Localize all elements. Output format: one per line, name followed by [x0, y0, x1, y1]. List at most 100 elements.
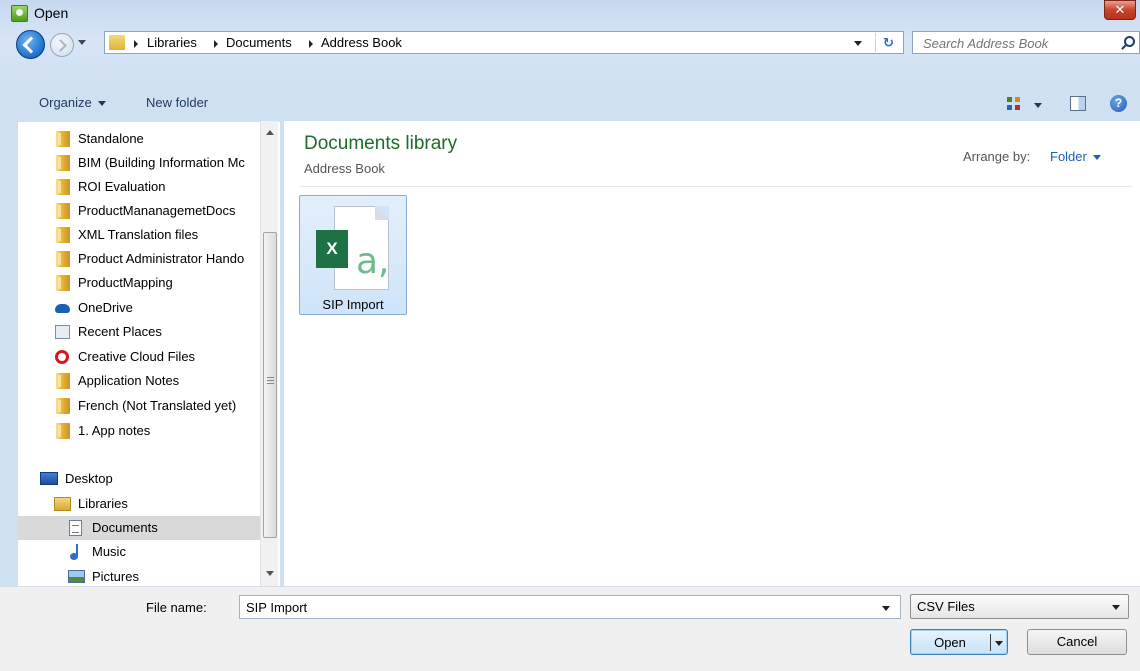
divider — [300, 186, 1132, 187]
preview-pane-icon[interactable] — [1070, 96, 1086, 111]
grip-icon — [267, 377, 274, 384]
excel-badge: X — [316, 230, 348, 268]
creative-cloud-icon — [55, 350, 69, 364]
nav-item-label: Product Administrator Hando — [78, 251, 245, 266]
chevron-down-icon — [97, 101, 106, 107]
address-bar[interactable]: Libraries Documents Address Book ↻ — [104, 31, 904, 54]
onedrive-icon — [55, 304, 70, 313]
breadcrumb-arrow-icon[interactable] — [214, 40, 218, 48]
recent-places-icon — [55, 325, 70, 339]
folder-icon — [56, 155, 70, 171]
folder-icon — [56, 275, 70, 291]
folder-icon — [109, 35, 125, 50]
title-bar: Open ✕ — [0, 0, 1140, 28]
file-name-input[interactable] — [244, 597, 864, 617]
nav-item-label: 1. App notes — [78, 423, 151, 438]
file-glyph: a, — [356, 241, 390, 282]
nav-item-app-notes[interactable]: 1. App notes — [18, 419, 260, 443]
nav-item-libraries[interactable]: Libraries — [18, 492, 260, 516]
search-box[interactable] — [912, 31, 1140, 54]
nav-item-standalone[interactable]: Standalone — [18, 127, 260, 151]
recent-locations-dropdown-icon[interactable] — [78, 40, 86, 45]
close-button[interactable]: ✕ — [1104, 0, 1136, 20]
nav-item-pictures[interactable]: Pictures — [18, 565, 260, 586]
app-icon — [11, 5, 28, 22]
command-bar: Organize New folder ? — [0, 89, 1140, 119]
nav-scrollbar[interactable] — [260, 121, 278, 586]
nav-item-label: ProductMapping — [78, 275, 173, 290]
music-icon — [69, 544, 83, 560]
new-folder-button[interactable]: New folder — [146, 95, 208, 110]
nav-item-label: Application Notes — [78, 373, 180, 388]
library-subtitle: Address Book — [304, 161, 385, 176]
nav-item-label: ProductMananagemetDocs — [78, 203, 236, 218]
nav-item-application-notes[interactable]: Application Notes — [18, 369, 260, 393]
open-options-dropdown-icon[interactable] — [995, 641, 1003, 646]
document-icon — [69, 520, 82, 536]
folder-icon — [56, 251, 70, 267]
nav-item-product-administrator[interactable]: Product Administrator Hando — [18, 247, 260, 271]
libraries-icon — [54, 497, 71, 511]
address-row: Libraries Documents Address Book ↻ — [0, 28, 1140, 80]
scroll-up-icon[interactable] — [266, 130, 274, 135]
chevron-down-icon — [1092, 155, 1101, 161]
nav-item-label: Documents — [92, 520, 158, 535]
library-title: Documents library — [304, 133, 458, 154]
folder-icon — [56, 227, 70, 243]
file-type-select[interactable]: CSV Files — [910, 594, 1129, 619]
nav-item-productmanagementdocs[interactable]: ProductMananagemetDocs — [18, 199, 260, 223]
breadcrumb-arrow-icon[interactable] — [134, 40, 138, 48]
folder-icon — [56, 373, 70, 389]
breadcrumb-documents[interactable]: Documents — [226, 35, 292, 50]
change-view-icon[interactable] — [1006, 96, 1022, 112]
navigation-pane: Standalone BIM (Building Information Mc … — [18, 121, 280, 586]
nav-item-music[interactable]: Music — [18, 540, 260, 564]
folder-icon — [56, 179, 70, 195]
file-item[interactable]: X a, SIP Import — [299, 195, 407, 315]
nav-item-recent-places[interactable]: Recent Places — [18, 320, 260, 344]
nav-item-creative-cloud-files[interactable]: Creative Cloud Files — [18, 345, 260, 369]
nav-item-onedrive[interactable]: OneDrive — [18, 296, 260, 320]
refresh-button[interactable]: ↻ — [875, 33, 901, 52]
nav-item-french[interactable]: French (Not Translated yet) — [18, 394, 260, 418]
arrange-by-dropdown[interactable]: Folder — [1050, 149, 1101, 164]
nav-item-xml-translation-files[interactable]: XML Translation files — [18, 223, 260, 247]
nav-item-roi-evaluation[interactable]: ROI Evaluation — [18, 175, 260, 199]
arrange-by-label: Arrange by: — [963, 149, 1031, 164]
window-title: Open — [34, 5, 69, 21]
organize-button[interactable]: Organize — [39, 95, 106, 110]
address-dropdown-icon[interactable] — [854, 41, 862, 46]
nav-item-productmapping[interactable]: ProductMapping — [18, 271, 260, 295]
folder-icon — [56, 423, 70, 439]
nav-item-label: Recent Places — [78, 324, 162, 339]
view-options-dropdown-icon[interactable] — [1034, 103, 1042, 108]
nav-item-bim[interactable]: BIM (Building Information Mc — [18, 151, 260, 175]
organize-label: Organize — [39, 95, 92, 110]
search-icon[interactable] — [1124, 36, 1135, 47]
search-input[interactable] — [921, 33, 1111, 53]
breadcrumb-arrow-icon[interactable] — [309, 40, 313, 48]
excel-csv-file-icon: X a, — [316, 206, 390, 290]
chevron-down-icon[interactable] — [882, 606, 890, 611]
folder-icon — [56, 203, 70, 219]
back-button[interactable] — [16, 30, 45, 59]
breadcrumb-address-book[interactable]: Address Book — [321, 35, 402, 50]
scrollbar-thumb[interactable] — [263, 232, 277, 538]
forward-button[interactable] — [50, 33, 74, 57]
scroll-down-icon[interactable] — [266, 571, 274, 576]
file-name-label: SIP Import — [322, 297, 384, 312]
nav-item-desktop[interactable]: Desktop — [18, 467, 260, 491]
cancel-button[interactable]: Cancel — [1027, 629, 1127, 655]
folder-icon — [56, 398, 70, 414]
nav-item-documents[interactable]: Documents — [18, 516, 260, 540]
file-type-value: CSV Files — [917, 599, 975, 614]
file-list-pane: Documents library Address Book Arrange b… — [284, 121, 1140, 586]
nav-item-label: Libraries — [78, 496, 128, 511]
file-selection-bar: File name: CSV Files Open Cancel — [0, 586, 1140, 671]
open-button[interactable]: Open — [910, 629, 1008, 655]
desktop-icon — [40, 472, 58, 485]
breadcrumb-libraries[interactable]: Libraries — [147, 35, 197, 50]
help-icon[interactable]: ? — [1110, 95, 1127, 112]
nav-item-label: Pictures — [92, 569, 139, 584]
file-name-combobox[interactable] — [239, 595, 901, 619]
